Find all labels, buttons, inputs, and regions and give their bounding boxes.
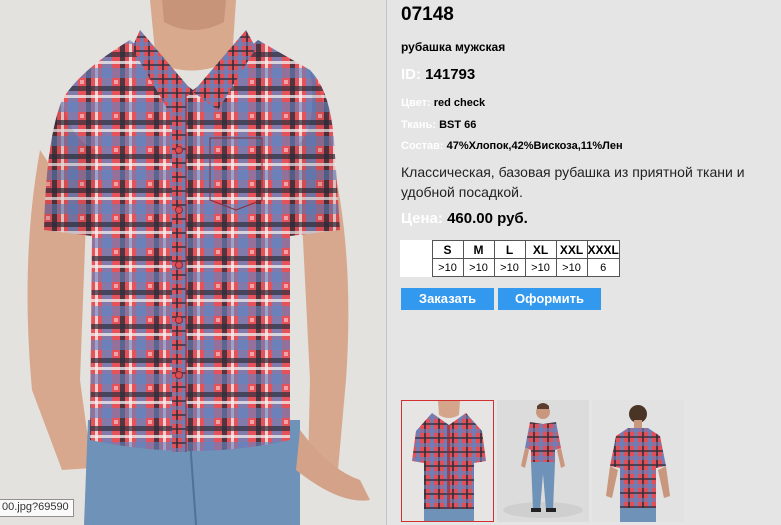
product-name: рубашка мужская (401, 40, 506, 54)
size-header: L (493, 240, 526, 259)
back-view-thumbnail-icon (592, 400, 684, 522)
checkout-button[interactable]: Оформить (498, 288, 601, 310)
id-label: ID: (401, 66, 421, 83)
size-header: XXXL (586, 240, 620, 259)
main-product-photo[interactable]: 00.jpg?69590 (0, 0, 386, 525)
size-header: M (462, 240, 495, 259)
product-price: Цена: 460.00 руб. (401, 210, 528, 227)
shirt-photo-icon (0, 0, 386, 525)
color-value: red check (433, 97, 486, 109)
size-quantity: 6 (586, 258, 620, 277)
order-button[interactable]: Заказать (401, 288, 494, 310)
size-availability-table: S M L XL XXL XXXL >10 >10 >10 >10 >10 6 (400, 240, 620, 277)
size-quantity: >10 (555, 258, 588, 277)
product-id: ID: 141793 (401, 66, 475, 83)
composition-value: 47%Хлопок,42%Вискоза,11%Лен (446, 140, 623, 152)
size-header-blank (400, 240, 433, 259)
size-quantity: >10 (431, 258, 464, 277)
size-qty-blank (400, 259, 432, 277)
status-url-tooltip: 00.jpg?69590 (0, 499, 74, 517)
size-header: XXL (555, 240, 588, 259)
thumbnail-front-full[interactable] (497, 400, 589, 522)
color-label: Цвет: (401, 97, 431, 109)
size-header: XL (524, 240, 557, 259)
product-article: 07148 (401, 4, 454, 25)
color-attribute: Цвет: red check (401, 97, 485, 109)
product-info-panel: 07148 рубашка мужская ID: 141793 Цвет: r… (387, 0, 781, 525)
shirt-closeup-thumbnail-icon (402, 401, 493, 521)
size-quantity: >10 (493, 258, 526, 277)
product-description: Классическая, базовая рубашка из приятно… (401, 164, 745, 200)
price-value: 460.00 руб. (447, 210, 528, 227)
id-value: 141793 (425, 66, 476, 83)
thumbnail-closeup[interactable] (401, 400, 494, 522)
size-quantity: >10 (524, 258, 557, 277)
price-label: Цена: (401, 210, 443, 227)
thumbnail-back-view[interactable] (592, 400, 684, 522)
size-header: S (431, 240, 464, 259)
fabric-value: BST 66 (439, 119, 477, 131)
fabric-label: Ткань: (401, 119, 436, 131)
composition-label: Состав: (401, 140, 444, 152)
fabric-attribute: Ткань: BST 66 (401, 119, 476, 131)
full-figure-front-thumbnail-icon (497, 400, 589, 522)
size-quantity: >10 (462, 258, 495, 277)
composition-attribute: Состав: 47%Хлопок,42%Вискоза,11%Лен (401, 140, 623, 152)
